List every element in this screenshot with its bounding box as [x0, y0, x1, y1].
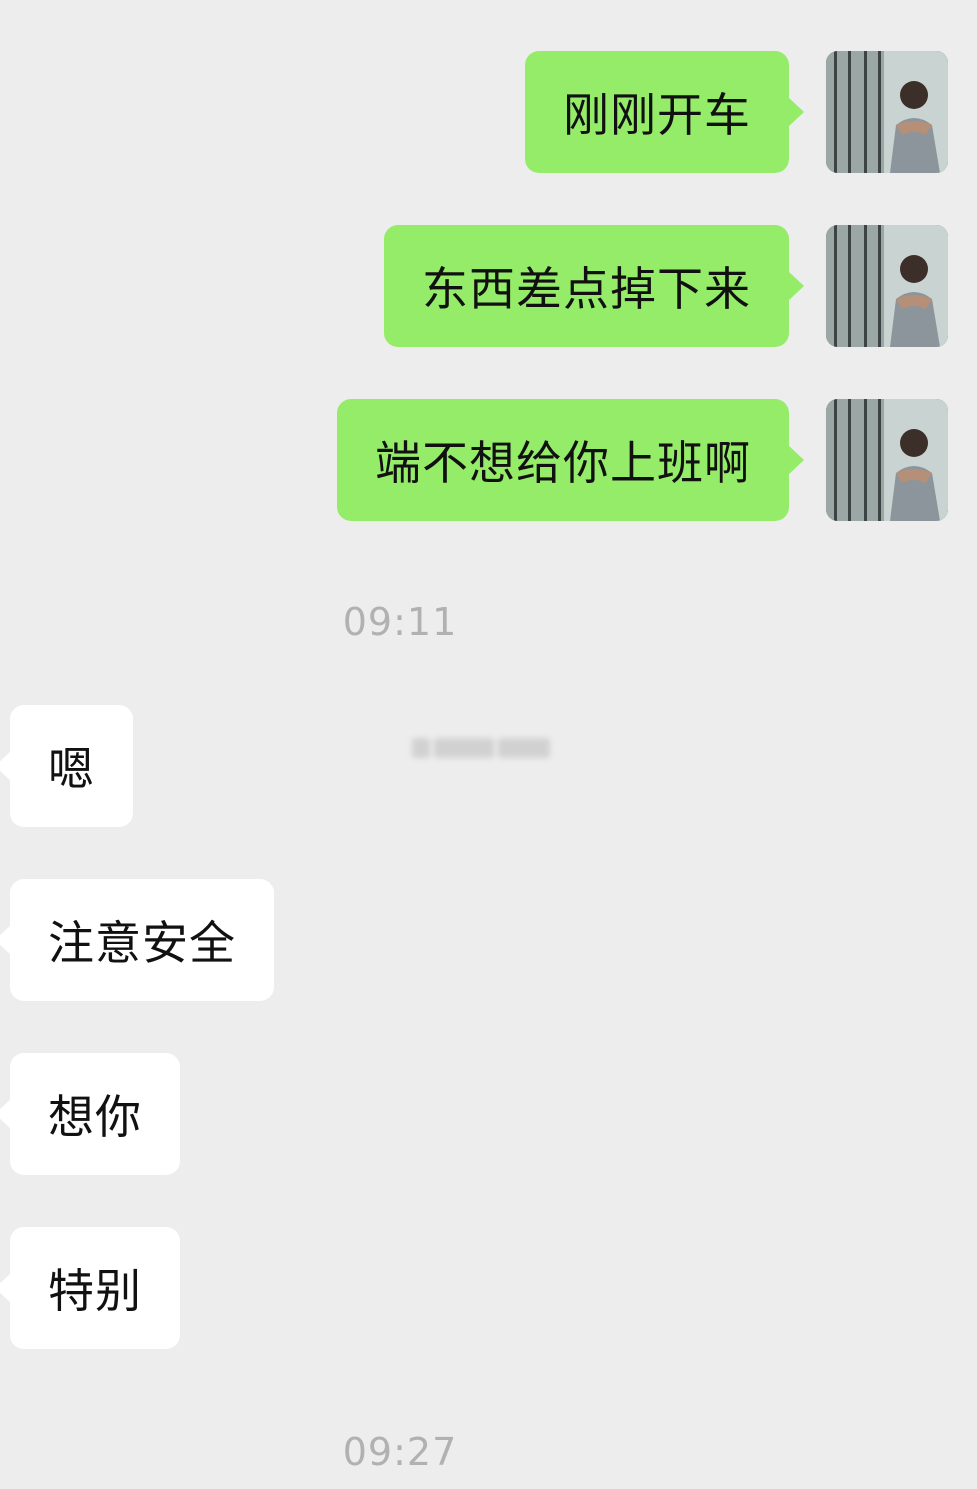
message-row-sent-1: 刚刚开车 — [0, 51, 977, 175]
sent-message-bubble[interactable]: 端不想给你上班啊 — [337, 399, 804, 521]
received-message-bubble[interactable]: 特别 — [0, 1227, 180, 1349]
message-row-sent-3: 端不想给你上班啊 — [0, 399, 977, 523]
message-text: 想你 — [48, 1090, 142, 1144]
message-text: 东西差点掉下来 — [422, 262, 751, 316]
message-text: 特别 — [48, 1264, 142, 1318]
message-row-received-2: 注意安全 — [0, 879, 977, 1003]
message-text: 注意安全 — [48, 916, 236, 970]
received-message-bubble[interactable]: 想你 — [0, 1053, 180, 1175]
self-avatar-icon[interactable] — [826, 51, 948, 173]
message-row-received-1: 嗯 — [0, 705, 977, 829]
timestamp: 09:11 — [342, 600, 458, 644]
message-row-received-4: 特别 — [0, 1227, 977, 1351]
message-text: 端不想给你上班啊 — [375, 436, 751, 490]
received-message-bubble[interactable]: 注意安全 — [0, 879, 274, 1001]
self-avatar-icon[interactable] — [826, 225, 948, 347]
message-text: 刚刚开车 — [563, 88, 751, 142]
message-text: 嗯 — [48, 742, 95, 796]
timestamp: 09:27 — [342, 1430, 458, 1474]
message-row-sent-2: 东西差点掉下来 — [0, 225, 977, 349]
sent-message-bubble[interactable]: 刚刚开车 — [525, 51, 804, 173]
self-avatar-icon[interactable] — [826, 399, 948, 521]
message-row-received-3: 想你 — [0, 1053, 977, 1177]
sent-message-bubble[interactable]: 东西差点掉下来 — [384, 225, 804, 347]
received-message-bubble[interactable]: 嗯 — [0, 705, 133, 827]
